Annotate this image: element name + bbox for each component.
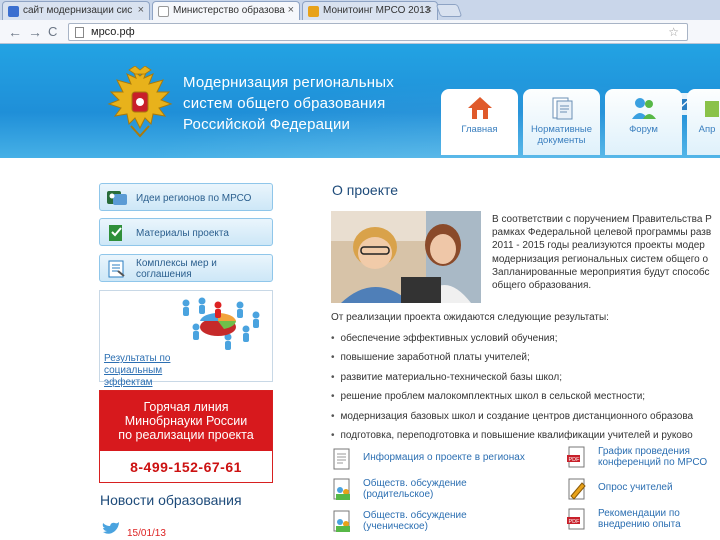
url-text: мрсо.рф (91, 26, 135, 38)
browser-tab-2[interactable]: Министерство образова × (152, 1, 300, 20)
pdf-icon: PDF (567, 508, 585, 530)
tab-label: Монитоинг МРСО 2013 (323, 5, 431, 16)
hotline-phone: 8-499-152-67-61 (130, 459, 242, 475)
extra-icon (705, 101, 719, 117)
documents-icon (552, 97, 572, 120)
doc-link-label: Информация о проекте в регионах (363, 452, 525, 463)
tab-label: Министерство образова (173, 5, 285, 16)
list-item: повышение заработной платы учителей; (331, 352, 720, 371)
site-title: Модернизация региональных систем общего … (183, 72, 394, 135)
ideas-icon (107, 191, 127, 205)
list-item: решение проблем малокомплектных школ в с… (331, 391, 720, 410)
info-doc-icon (333, 448, 350, 470)
close-tab-icon[interactable]: × (288, 4, 294, 16)
tab-page-icon (158, 6, 169, 17)
doc-link-recommendations[interactable]: PDF Рекомендации по внедрению опыта (566, 508, 720, 536)
about-line: общего образования. (492, 280, 592, 292)
home-icon (467, 97, 492, 119)
twitter-bird-icon[interactable] (101, 520, 121, 536)
about-line: модернизация региональных систем общего … (492, 253, 709, 265)
nav-tab-documents[interactable]: Нормативные документы (523, 89, 600, 155)
svg-text:PDF: PDF (569, 457, 581, 463)
doc-link-schedule[interactable]: PDF График проведения конференций по МРС… (566, 446, 720, 474)
page-icon (75, 27, 84, 38)
title-line: Модернизация региональных (183, 74, 394, 91)
close-tab-icon[interactable]: × (426, 4, 432, 16)
pdf-icon: PDF (567, 446, 585, 468)
news-section-title: Новости образования (100, 492, 242, 508)
list-item: модернизация базовых школ и создание цен… (331, 411, 720, 430)
people-doc-icon (333, 510, 350, 532)
sidebar-button-label: Идеи регионов по МРСО (136, 192, 252, 204)
close-tab-icon[interactable]: × (138, 4, 144, 16)
browser-tab-1[interactable]: сайт модернизации сис × (2, 1, 150, 20)
hotline-banner[interactable]: Горячая линия Минобрнауки России по реал… (99, 390, 273, 483)
forward-arrow-icon[interactable]: → (28, 24, 42, 40)
browser-toolbar: ← → C мрсо.рф ☆ (0, 20, 720, 44)
sidebar-button-ideas[interactable]: Идеи регионов по МРСО (99, 183, 273, 211)
hotline-line: Горячая линия (143, 400, 229, 414)
sidebar-button-label: Комплексы мер и соглашения (136, 258, 217, 280)
pencil-doc-icon (568, 478, 586, 500)
title-line: систем общего образования (183, 95, 386, 112)
social-effects-banner[interactable]: Результаты по социальным эффектам (99, 290, 273, 388)
back-arrow-icon[interactable]: ← (8, 24, 22, 40)
doc-link-label: Обществ. обсуждение (ученическое) (363, 510, 467, 532)
coat-of-arms-icon[interactable] (105, 66, 175, 138)
sidebar-button-materials[interactable]: Материалы проекта (99, 218, 273, 246)
doc-link-label: Обществ. обсуждение (родительское) (363, 478, 467, 500)
doc-link-label: Опрос учителей (598, 482, 673, 493)
people-doc-icon (333, 478, 350, 500)
social-effects-illustration (182, 297, 260, 350)
nav-tab-extra[interactable]: Апр (687, 89, 720, 155)
news-date[interactable]: 15/01/13 (127, 528, 166, 539)
hotline-header: Горячая линия Минобрнауки России по реал… (100, 391, 272, 451)
reload-icon[interactable]: C (48, 24, 57, 39)
results-list: обеспечение эффективных условий обучения… (331, 333, 720, 449)
materials-icon (109, 225, 122, 241)
nav-tab-label: Апр (698, 124, 716, 135)
tab-favicon-icon (308, 6, 319, 17)
doc-link-region-info[interactable]: Информация о проекте в регионах (331, 448, 551, 474)
agreements-icon (108, 260, 125, 278)
doc-link-student-discussion[interactable]: Обществ. обсуждение (ученическое) (331, 510, 551, 536)
about-line: Запланированные мероприятия будут способ… (492, 266, 710, 278)
new-tab-button[interactable] (435, 4, 463, 17)
nav-tab-home[interactable]: Главная (441, 89, 518, 155)
forum-icon (631, 98, 656, 119)
about-line: рамках Федеральной целевой программы раз… (492, 227, 712, 239)
hotline-line: по реализации проекта (118, 428, 254, 442)
svg-text:PDF: PDF (569, 519, 581, 525)
address-bar[interactable]: мрсо.рф ☆ (68, 23, 688, 41)
doc-link-teacher-survey[interactable]: Опрос учителей (566, 478, 720, 504)
about-title: О проекте (332, 182, 399, 198)
nav-tab-label: Форум (629, 124, 658, 135)
about-line: В соответствии с поручением Правительств… (492, 214, 712, 225)
doc-link-parent-discussion[interactable]: Обществ. обсуждение (родительское) (331, 478, 551, 504)
title-line: Российской Федерации (183, 116, 351, 133)
nav-tab-forum[interactable]: Форум (605, 89, 682, 155)
list-item: обеспечение эффективных условий обучения… (331, 333, 720, 352)
about-line: 2011 - 2015 годы реализуются проекты мод… (492, 240, 705, 252)
sidebar-button-label: Материалы проекта (136, 227, 229, 239)
project-photo (331, 211, 481, 303)
bookmark-star-icon[interactable]: ☆ (668, 25, 679, 39)
sidebar-button-agreements[interactable]: Комплексы мер и соглашения (99, 254, 273, 282)
results-intro: От реализации проекта ожидаются следующи… (331, 312, 609, 323)
about-text: В соответствии с поручением Правительств… (492, 213, 720, 292)
list-item: развитие материально-технической базы шк… (331, 372, 720, 391)
nav-tab-label: Нормативные документы (530, 124, 593, 146)
browser-tab-3[interactable]: Монитоинг МРСО 2013 × (302, 1, 438, 20)
hotline-line: Минобрнауки России (124, 414, 248, 428)
doc-link-label: График проведения конференций по МРСО (598, 446, 708, 468)
tab-label: сайт модернизации сис (23, 5, 133, 16)
browser-tabbar: сайт модернизации сис × Министерство обр… (0, 0, 720, 20)
nav-tab-label: Главная (461, 124, 498, 135)
doc-link-label: Рекомендации по внедрению опыта (598, 508, 681, 530)
tab-favicon-icon (8, 6, 19, 17)
social-effects-link[interactable]: Результаты по социальным эффектам (104, 353, 194, 389)
